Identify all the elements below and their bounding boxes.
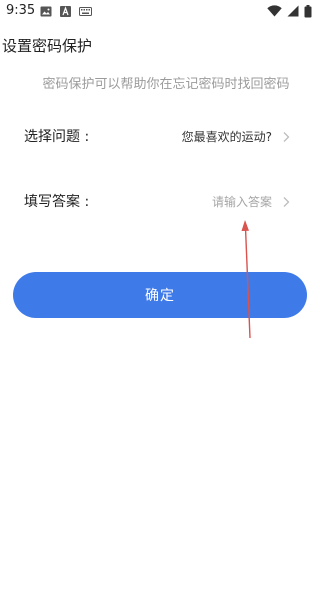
status-system-icons bbox=[267, 4, 312, 18]
status-bar: 9:35 bbox=[0, 0, 320, 24]
battery-icon bbox=[304, 4, 312, 17]
wifi-icon bbox=[267, 5, 282, 17]
signal-icon bbox=[287, 5, 299, 17]
security-question-row[interactable]: 选择问题 : 您最喜欢的运动? bbox=[0, 122, 320, 152]
keyboard-icon bbox=[79, 6, 92, 16]
page-subtitle: 密码保护可以帮助你在忘记密码时找回密码 bbox=[42, 77, 290, 92]
answer-row[interactable]: 填写答案 : 请输入答案 bbox=[0, 187, 320, 217]
page-title: 设置密码保护 bbox=[2, 37, 93, 55]
image-icon bbox=[40, 6, 52, 16]
answer-label: 填写答案 : bbox=[24, 194, 90, 210]
answer-input[interactable]: 请输入答案 bbox=[212, 193, 272, 211]
chevron-right-icon bbox=[283, 197, 290, 207]
chevron-right-icon bbox=[283, 132, 290, 142]
font-a-icon bbox=[60, 5, 71, 17]
status-notification-icons bbox=[40, 5, 92, 17]
confirm-button[interactable]: 确定 bbox=[13, 272, 307, 318]
status-time: 9:35 bbox=[6, 3, 36, 18]
question-value[interactable]: 您最喜欢的运动? bbox=[182, 128, 272, 146]
question-label: 选择问题 : bbox=[24, 129, 90, 145]
